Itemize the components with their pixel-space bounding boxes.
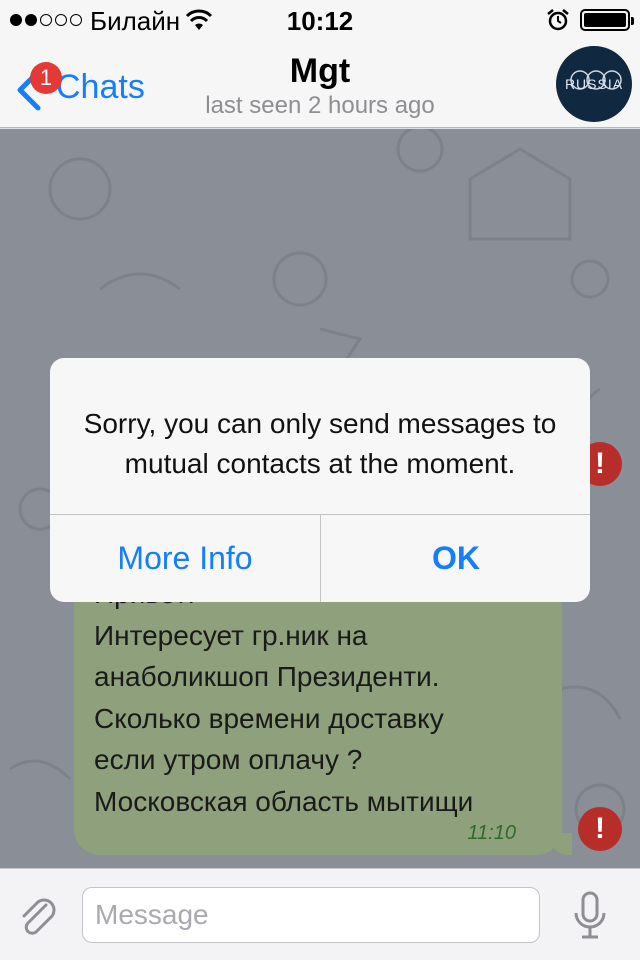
send-error-icon[interactable]: ! xyxy=(578,807,622,851)
message-text: Привет! Интересует гр.ник на анаболикшоп… xyxy=(94,578,474,817)
alert-message: Sorry, you can only send messages to mut… xyxy=(83,408,557,479)
paperclip-icon[interactable] xyxy=(16,893,60,941)
battery-icon xyxy=(580,9,634,31)
message-time: 11:10 xyxy=(467,822,516,844)
ok-button[interactable]: OK xyxy=(321,515,590,602)
alarm-icon xyxy=(547,9,569,31)
more-info-button[interactable]: More Info xyxy=(50,515,320,602)
chat-title[interactable]: Mgt xyxy=(0,52,640,91)
status-bar: Билайн 10:12 xyxy=(0,0,640,40)
outgoing-message-bubble[interactable]: Привет! Интересует гр.ник на анаболикшоп… xyxy=(74,569,572,855)
status-time: 10:12 xyxy=(286,6,354,36)
message-input[interactable] xyxy=(82,887,540,943)
message-input-bar xyxy=(0,868,640,960)
microphone-icon[interactable] xyxy=(572,891,608,941)
avatar[interactable]: RUSSIA xyxy=(556,46,632,122)
alert-dialog: Sorry, you can only send messages to mut… xyxy=(50,358,590,602)
nav-bar: Chats 1 Mgt last seen 2 hours ago RUSSIA xyxy=(0,40,640,128)
last-seen-status: last seen 2 hours ago xyxy=(205,92,435,119)
avatar-text: RUSSIA xyxy=(564,76,624,92)
